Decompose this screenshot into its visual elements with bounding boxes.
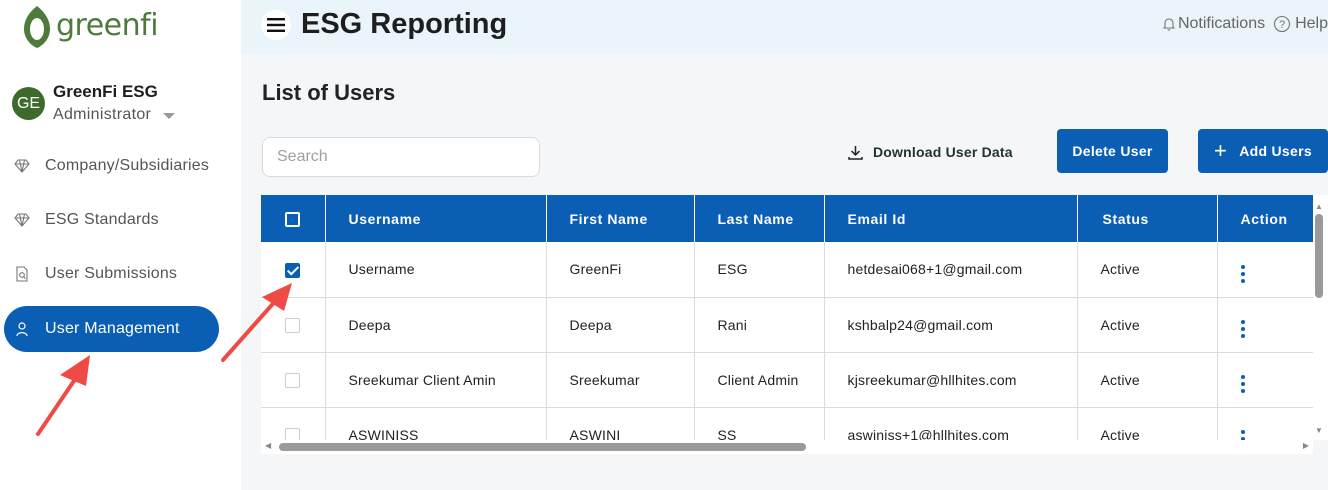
greenfi-logo[interactable]: greenfi [22,4,159,50]
document-search-icon [14,266,30,282]
select-all-checkbox[interactable] [285,211,301,227]
column-header-last-name[interactable]: Last Name [694,195,825,242]
scroll-down-arrow-icon[interactable]: ▼ [1315,426,1323,435]
cell-username: Sreekumar Client Amin [325,352,547,407]
caret-down-icon[interactable] [163,113,176,119]
profile-role: Administrator [53,106,152,123]
page-title: ESG Reporting [301,8,508,40]
cell-username: Username [325,242,547,297]
sidebar-item-user-submissions[interactable]: User Submissions [4,251,219,297]
more-options-icon[interactable] [1240,430,1245,440]
download-user-data-button[interactable]: Download User Data [848,142,1013,162]
cell-last-name: Client Admin [694,352,825,407]
add-users-button[interactable]: + Add Users [1198,129,1328,173]
row-checkbox[interactable] [285,317,301,333]
column-header-action: Action [1240,210,1288,227]
row-checkbox[interactable] [285,372,301,388]
profile-name: GreenFi ESG [53,82,158,101]
cell-last-name: SS [694,407,825,440]
vertical-scroll-thumb[interactable] [1315,214,1323,298]
more-options-icon[interactable] [1240,264,1245,283]
table-row[interactable]: Deepa Deepa Rani kshbalp24@gmail.com Act… [261,297,1313,352]
diamond-icon [14,212,30,228]
cell-last-name: Rani [694,297,825,352]
more-options-icon[interactable] [1240,375,1245,393]
cell-username: Deepa [325,297,547,352]
notifications-label: Notifications [1177,15,1266,32]
table-row[interactable]: Username GreenFi ESG hetdesai068+1@gmail… [261,242,1313,297]
menu-toggle-button[interactable] [261,10,291,40]
table-row[interactable]: ASWINISS ASWINI SS aswiniss+1@hllhites.c… [261,407,1313,440]
help-label: Help [1295,15,1328,32]
cell-email: aswiniss+1@hllhites.com [824,407,1078,440]
svg-text:?: ? [1279,19,1285,31]
logo-text: greenfi [56,7,159,43]
top-header: ESG Reporting Notifications ? Help [241,0,1328,54]
hamburger-icon [267,18,285,32]
column-header-email[interactable]: Email Id [824,195,1078,242]
table-row[interactable]: Sreekumar Client Amin Sreekumar Client A… [261,352,1313,407]
scroll-up-arrow-icon[interactable]: ▲ [1315,202,1323,211]
delete-user-button[interactable]: Delete User [1057,129,1168,173]
cell-email: kjsreekumar@hllhites.com [824,352,1078,407]
download-icon [848,145,863,160]
column-header-status[interactable]: Status [1077,195,1218,242]
help-link[interactable]: ? Help [1273,15,1328,33]
cell-last-name: ESG [694,242,825,297]
diamond-icon [14,158,30,174]
cell-status: Active [1077,242,1218,297]
main-content: List of Users Download User Data Delete … [241,54,1328,490]
column-header-username[interactable]: Username [325,195,547,242]
table-header-row: Username First Name Last Name Email Id S… [261,195,1313,242]
download-label: Download User Data [873,144,1013,160]
notifications-link[interactable]: Notifications [1162,15,1265,33]
more-options-icon[interactable] [1240,320,1245,338]
plus-icon: + [1214,138,1228,163]
column-header-first-name[interactable]: First Name [546,195,695,242]
cell-email: hetdesai068+1@gmail.com [824,242,1078,297]
sidebar-item-esg-standards[interactable]: ESG Standards [4,197,219,243]
cell-status: Active [1077,352,1218,407]
avatar: GE [12,87,45,120]
sidebar-item-label: User Management [45,320,180,337]
scroll-left-arrow-icon[interactable]: ◀ [265,441,271,450]
sidebar-item-user-management[interactable]: User Management [4,306,219,352]
add-users-label: Add Users [1239,143,1312,159]
leaf-logo-icon [24,6,50,48]
horizontal-scrollbar[interactable]: ◀ ▶ [261,440,1313,454]
cell-username: ASWINISS [325,407,547,440]
cell-email: kshbalp24@gmail.com [824,297,1078,352]
cell-status: Active [1077,407,1218,440]
search-input[interactable] [262,137,540,177]
bell-icon [1162,18,1176,31]
horizontal-scroll-thumb[interactable] [279,443,806,451]
row-checkbox[interactable] [285,262,301,278]
select-all-cell [261,195,326,242]
user-profile[interactable]: GE GreenFi ESG Administrator [12,82,176,124]
row-checkbox[interactable] [285,427,301,440]
cell-first-name: GreenFi [546,242,695,297]
cell-first-name: Deepa [546,297,695,352]
cell-first-name: ASWINI [546,407,695,440]
sidebar-item-label: ESG Standards [45,211,159,228]
help-icon: ? [1274,15,1291,33]
list-title: List of Users [262,80,396,105]
sidebar-item-label: User Submissions [45,265,178,282]
sidebar-item-company-subsidiaries[interactable]: Company/Subsidiaries [4,143,219,189]
sidebar-item-label: Company/Subsidiaries [45,157,210,174]
scroll-right-arrow-icon[interactable]: ▶ [1303,441,1309,450]
cell-first-name: Sreekumar [546,352,695,407]
sidebar: greenfi GE GreenFi ESG Administrator Com… [0,0,241,490]
person-icon [14,321,30,337]
users-table: Username First Name Last Name Email Id S… [261,195,1313,440]
cell-status: Active [1077,297,1218,352]
